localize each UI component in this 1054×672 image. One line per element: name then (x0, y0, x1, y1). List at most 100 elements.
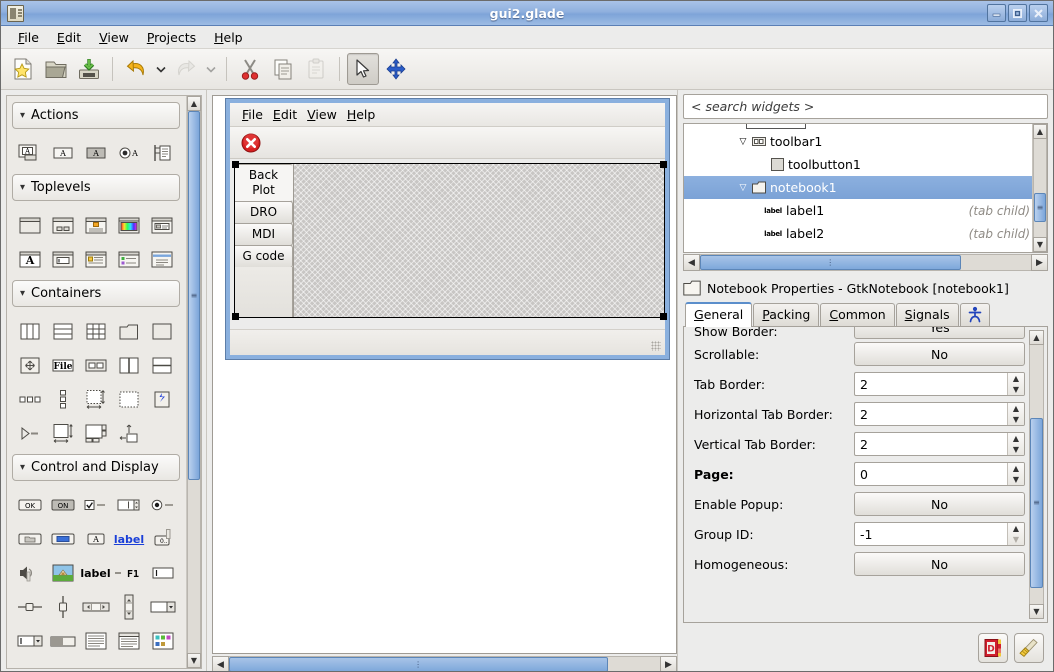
palette-spin-button[interactable] (112, 489, 146, 521)
palette-about-dialog[interactable] (79, 243, 112, 275)
palette-table[interactable] (79, 315, 112, 347)
prop-spin-group-id[interactable]: -1 ▲ ▼ (854, 522, 1025, 546)
palette-tree-view[interactable] (112, 625, 146, 657)
design-menu-help[interactable]: Help (347, 107, 386, 122)
redo-button[interactable] (170, 53, 202, 85)
palette-icon-view[interactable] (146, 625, 179, 657)
spin-up-arrow-icon[interactable]: ▲ (1008, 433, 1024, 444)
palette-recent-action[interactable] (146, 137, 179, 169)
design-menu-edit[interactable]: Edit (273, 107, 307, 122)
palette-hpaned[interactable] (113, 349, 146, 381)
palette-event-box[interactable] (146, 383, 179, 415)
prop-value-vertical-tab-border[interactable]: 2 ▲ ▼ (854, 432, 1025, 456)
scroll-up-arrow-icon[interactable]: ▲ (1029, 330, 1044, 345)
palette-combo-box-entry[interactable] (13, 625, 46, 657)
palette-file-chooser-widget[interactable]: File (46, 349, 79, 381)
prop-spin-tab-border-value[interactable]: 2 (855, 373, 1007, 395)
new-project-button[interactable] (7, 53, 39, 85)
scroll-left-arrow-icon[interactable]: ◀ (683, 254, 700, 271)
palette-font-selection-dialog[interactable]: A (13, 243, 46, 275)
palette-toolbar[interactable] (46, 659, 79, 668)
palette-text-view[interactable] (79, 625, 112, 657)
palette-expander[interactable] (13, 417, 46, 449)
palette-volume-button[interactable] (13, 557, 46, 589)
prop-spin-horizontal-tab-border[interactable]: 2 ▲ ▼ (854, 402, 1025, 426)
prop-spin-tab-border[interactable]: 2 ▲ ▼ (854, 372, 1025, 396)
scroll-up-arrow-icon[interactable]: ▲ (187, 96, 201, 111)
palette-combo-box[interactable] (146, 591, 179, 623)
palette-section-control-display[interactable]: ▾ Control and Display (12, 454, 180, 481)
palette-assistant[interactable] (113, 243, 146, 275)
palette-window[interactable] (13, 209, 46, 241)
prop-spin-horizontal-tab-border-value[interactable]: 2 (855, 403, 1007, 425)
palette-handle-box[interactable] (113, 417, 146, 449)
canvas-horizontal-scrollbar[interactable]: ◀ ⋮ ▶ (212, 656, 677, 671)
palette-label[interactable]: label (79, 557, 112, 589)
palette-hscrollbar[interactable] (79, 591, 112, 623)
palette-vbox[interactable] (46, 315, 79, 347)
palette-viewport[interactable] (113, 383, 146, 415)
design-window[interactable]: File Edit View Help Back Plot DRO MDI G … (226, 99, 669, 359)
prop-spin-page-value[interactable]: 0 (855, 463, 1007, 485)
copy-button[interactable] (267, 53, 299, 85)
palette-hbox[interactable] (13, 315, 46, 347)
tree-scroll-track[interactable]: ≡ (1033, 139, 1047, 237)
palette-font-button[interactable]: A (79, 523, 112, 555)
menu-edit[interactable]: Edit (48, 28, 90, 47)
design-menu-view[interactable]: View (307, 107, 347, 122)
open-project-button[interactable] (40, 53, 72, 85)
tree-row-notebook1[interactable]: ▽ notebook1 (684, 176, 1032, 199)
palette-drawing-area[interactable] (79, 659, 112, 668)
minimize-button[interactable] (987, 4, 1006, 22)
spin-down-arrow-icon[interactable]: ▼ (1008, 444, 1024, 455)
palette-vscrollbar[interactable] (112, 591, 146, 623)
widget-tree-horizontal-scrollbar[interactable]: ◀ ⋮ ▶ (683, 254, 1048, 271)
cut-button[interactable] (234, 53, 266, 85)
scroll-up-arrow-icon[interactable]: ▲ (1033, 124, 1047, 139)
spin-up-arrow-icon[interactable]: ▲ (1008, 523, 1024, 534)
spin-down-arrow-icon[interactable]: ▼ (1008, 474, 1024, 485)
palette-scroll-track[interactable]: ≡ (187, 111, 201, 653)
palette-file-chooser-dialog[interactable] (146, 209, 179, 241)
palette-toggle-action[interactable]: A (79, 137, 112, 169)
prop-button-enable-popup[interactable]: No (854, 492, 1025, 516)
close-button[interactable] (1029, 4, 1048, 22)
design-notebook-page[interactable] (293, 164, 664, 317)
palette-alignment[interactable] (13, 349, 46, 381)
scroll-right-arrow-icon[interactable]: ▶ (660, 656, 677, 671)
prop-value-homogeneous[interactable]: No (854, 552, 1025, 576)
menu-projects[interactable]: Projects (138, 28, 205, 47)
properties-scroll-thumb[interactable]: ≡ (1030, 417, 1043, 589)
spin-down-arrow-icon[interactable]: ▼ (1008, 414, 1024, 425)
palette-hscale[interactable] (13, 591, 46, 623)
scroll-left-arrow-icon[interactable]: ◀ (212, 656, 229, 671)
drag-resize-button[interactable] (380, 53, 412, 85)
spin-up-arrow-icon[interactable]: ▲ (1008, 403, 1024, 414)
prop-spin-vertical-tab-border-buttons[interactable]: ▲ ▼ (1007, 433, 1024, 455)
design-menu-file[interactable]: File (242, 107, 273, 122)
tree-row-label2[interactable]: label label2 (tab child) (684, 222, 1032, 245)
tree-row-toolbar1[interactable]: ▽ toolbar1 (684, 130, 1032, 153)
palette-hbutton-box[interactable] (79, 349, 112, 381)
tree-scroll-thumb[interactable]: ≡ (1034, 192, 1046, 223)
palette-message-dialog[interactable] (79, 209, 112, 241)
palette-color-selection-dialog[interactable] (113, 209, 146, 241)
widget-search-input[interactable]: < search widgets > (683, 94, 1048, 119)
spin-down-arrow-icon[interactable]: ▼ (1008, 534, 1024, 545)
scroll-right-arrow-icon[interactable]: ▶ (1031, 254, 1048, 271)
tree-row-toolbutton1[interactable]: toolbutton1 (684, 153, 1032, 176)
palette-section-actions[interactable]: ▾ Actions (12, 102, 180, 129)
palette-vscale[interactable] (46, 591, 79, 623)
select-pointer-button[interactable] (347, 53, 379, 85)
palette-menu-bar[interactable] (112, 659, 146, 668)
tab-common[interactable]: Common (820, 303, 895, 326)
tab-signals[interactable]: Signals (895, 303, 959, 326)
prop-spin-page[interactable]: 0 ▲ ▼ (854, 462, 1025, 486)
scroll-down-arrow-icon[interactable]: ▼ (1029, 604, 1044, 619)
palette-radio-button[interactable] (146, 489, 179, 521)
widget-tree-vertical-scrollbar[interactable]: ▲ ≡ ▼ (1032, 124, 1047, 252)
palette-section-containers[interactable]: ▾ Containers (12, 280, 180, 307)
palette-action[interactable]: A (46, 137, 79, 169)
palette-vertical-scrollbar[interactable]: ▲ ≡ ▼ (186, 96, 201, 668)
palette-image[interactable] (46, 557, 79, 589)
